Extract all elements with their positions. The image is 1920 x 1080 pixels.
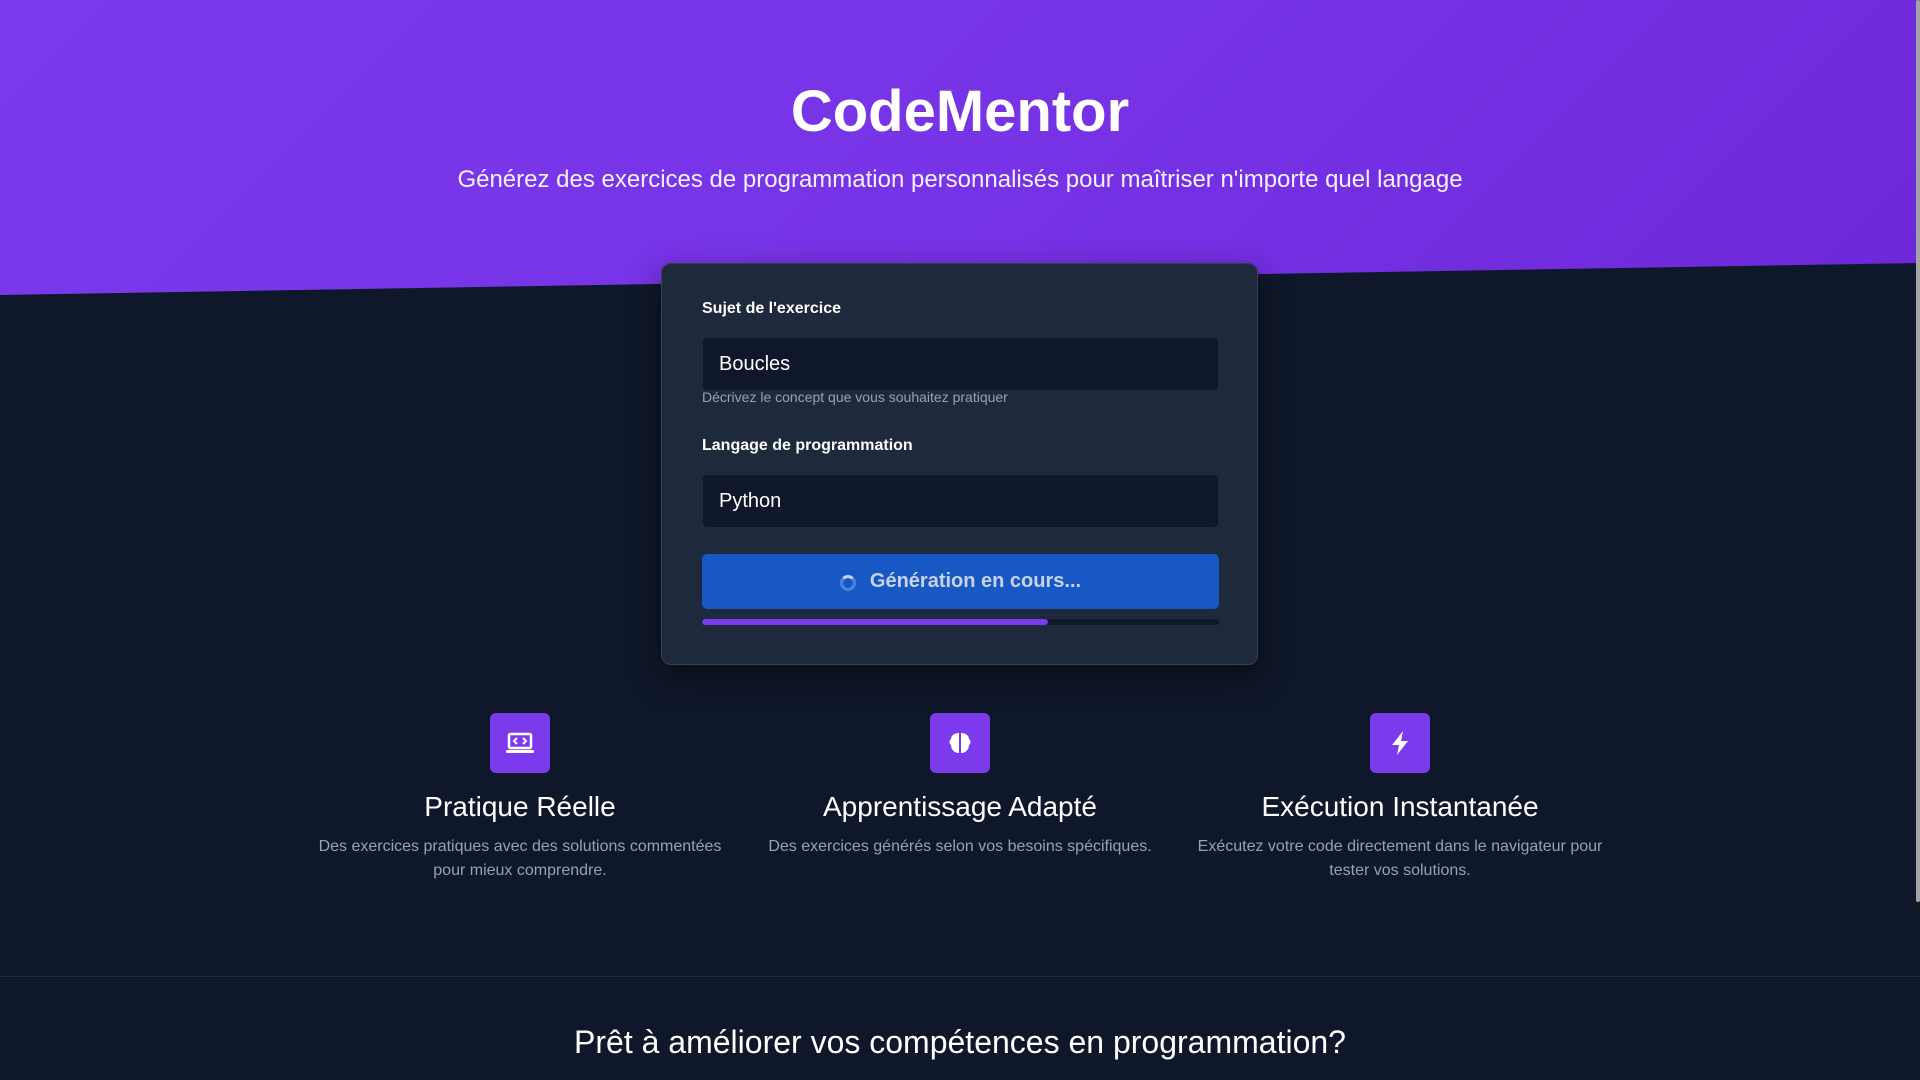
feature-adaptive-learning: Apprentissage Adapté Des exercices génér… [740, 713, 1180, 859]
feature-description: Des exercices pratiques avec des solutio… [318, 838, 722, 879]
feature-instant-execution: Exécution Instantanée Exécutez votre cod… [1180, 713, 1620, 883]
page-subtitle: Générez des exercices de programmation p… [457, 166, 1463, 193]
section-divider [0, 976, 1920, 977]
feature-title: Pratique Réelle [424, 791, 616, 822]
feature-title: Apprentissage Adapté [823, 791, 1097, 822]
lightning-bolt-icon [1370, 713, 1430, 773]
progress-bar [702, 619, 1219, 625]
feature-title: Exécution Instantanée [1261, 791, 1539, 822]
subject-label: Sujet de l'exercice [702, 300, 841, 317]
page: CodeMentor Générez des exercices de prog… [0, 0, 1920, 1080]
subject-input[interactable] [702, 337, 1219, 391]
feature-description: Exécutez votre code directement dans le … [1197, 838, 1603, 879]
generate-button[interactable]: Génération en cours... [702, 554, 1219, 609]
hero-background [0, 0, 1920, 295]
page-title: CodeMentor [790, 79, 1130, 144]
brain-icon [930, 713, 990, 773]
progress-bar-fill [702, 619, 1049, 625]
subject-help-text: Décrivez le concept que vous souhaitez p… [702, 389, 1008, 405]
language-label: Langage de programmation [702, 437, 913, 454]
language-input[interactable] [702, 474, 1219, 528]
exercise-form-card: Sujet de l'exercice Décrivez le concept … [661, 263, 1258, 665]
generate-button-label: Génération en cours... [869, 570, 1082, 592]
loading-spinner-icon [839, 574, 856, 591]
scrollbar[interactable] [1916, 0, 1920, 902]
cta-heading: Prêt à améliorer vos compétences en prog… [574, 1024, 1346, 1060]
feature-description: Des exercices générés selon vos besoins … [768, 838, 1152, 855]
feature-real-practice: Pratique Réelle Des exercices pratiques … [300, 713, 740, 883]
laptop-code-icon [490, 713, 550, 773]
